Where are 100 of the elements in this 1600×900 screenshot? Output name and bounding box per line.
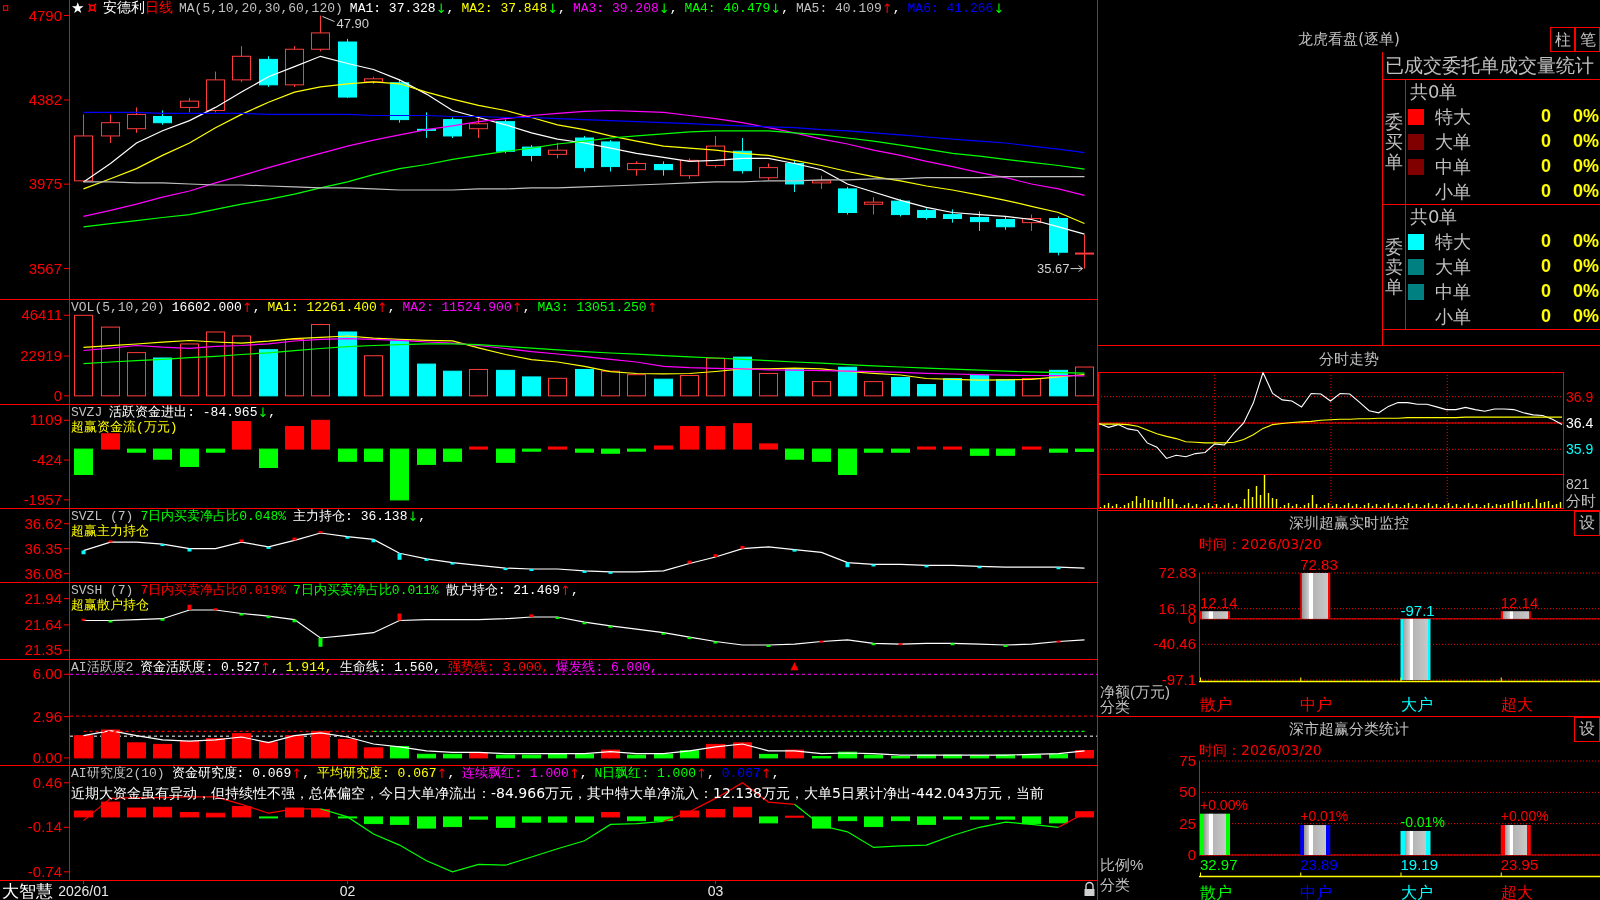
- trend-arrow: ↓: [993, 1, 1005, 16]
- indicator-readout: MA3: 13051.250: [537, 300, 647, 315]
- separator-comma: ,: [418, 509, 427, 524]
- signal-tick: [266, 546, 271, 549]
- signal-tick: [160, 618, 165, 621]
- axis-label: 35.9: [1566, 441, 1594, 458]
- bar-value-label: 12.14: [1500, 594, 1539, 612]
- research-bar: [891, 816, 910, 822]
- candle: [548, 142, 567, 159]
- volume-bar: [153, 357, 172, 397]
- fund-flow-bar: [733, 423, 752, 450]
- order-count: 0: [1541, 106, 1551, 127]
- activity-bar: [153, 743, 172, 759]
- order-type-label: 特大: [1435, 229, 1471, 254]
- volume-bar: [101, 326, 120, 397]
- signal-tick: [766, 645, 771, 647]
- volume-bar: [812, 381, 831, 397]
- volume-bar: [785, 368, 804, 397]
- signal-tick: [582, 622, 587, 625]
- axis-label: 46411: [21, 306, 62, 324]
- activity-bar: [311, 730, 330, 759]
- volume-bar: [127, 352, 146, 397]
- settings-button[interactable]: 设: [1574, 717, 1600, 742]
- signal-tick: [160, 544, 165, 547]
- volume-bar: [496, 369, 515, 397]
- order-count: 0: [1541, 131, 1551, 152]
- activity-bar: [469, 752, 488, 759]
- signal-tick: [397, 613, 402, 621]
- fund-flow-bar: [891, 448, 910, 453]
- candle: [627, 160, 646, 177]
- activity-bar: [1049, 753, 1068, 759]
- research-bar: [496, 816, 515, 828]
- axis-label: 36.35: [24, 539, 62, 557]
- volume-bar: [838, 366, 857, 397]
- candle: [469, 117, 488, 139]
- separator-comma: ,: [446, 1, 455, 16]
- volume-bar: [917, 384, 936, 397]
- order-type-label: 小单: [1435, 179, 1471, 204]
- indicator-note: 超赢资金流(万元): [71, 420, 178, 435]
- fund-flow-bar: [417, 448, 436, 465]
- candle: [1075, 234, 1094, 270]
- research-bar: [338, 816, 357, 819]
- fund-flow-bar: [917, 446, 936, 450]
- signal-tick: [292, 619, 297, 623]
- signal-tick: [977, 566, 982, 569]
- research-bar: [232, 806, 251, 818]
- volume-bar: [1022, 378, 1041, 397]
- time-label: 时间：2026/03/20: [1199, 741, 1322, 758]
- volume-bar: [206, 331, 225, 397]
- activity-bar: [496, 754, 515, 759]
- order-percent: 0%: [1573, 106, 1600, 127]
- candle: [232, 45, 251, 83]
- indicator-note: 超赢散户持仓: [71, 598, 149, 613]
- candle: [601, 139, 620, 173]
- time-label: 时间：2026/03/20: [1199, 536, 1322, 552]
- signal-tick: [661, 632, 666, 635]
- category-bar: [1200, 611, 1230, 619]
- price-annotation: 47.90: [322, 15, 370, 31]
- signal-tick: [924, 565, 929, 568]
- trend-arrow: ↑: [376, 300, 388, 315]
- axis-label: 0: [1187, 846, 1196, 863]
- separator-comma: ,: [522, 300, 531, 315]
- date-label: 2026/01: [58, 883, 109, 899]
- order-count: 0: [1541, 231, 1551, 252]
- candle: [311, 15, 330, 52]
- activity-bar: [180, 740, 199, 759]
- indicator-readout: MA5: 40.109: [796, 1, 882, 16]
- trend-arrow: ↑: [560, 583, 571, 598]
- view-toggle-button[interactable]: 柱: [1550, 27, 1575, 52]
- order-percent: 0%: [1573, 231, 1600, 252]
- candle: [996, 215, 1015, 231]
- indicator-readout: MA6: 41.266: [907, 1, 994, 16]
- indicator-title: SVSH (7): [71, 583, 134, 598]
- candle: [180, 97, 199, 113]
- signal-tick: [950, 643, 955, 646]
- stock-mark: ★: [71, 1, 85, 16]
- volume-bar: [469, 368, 488, 397]
- candle: [1022, 214, 1041, 232]
- volume-bar: [338, 331, 357, 397]
- signal-tick: [81, 550, 86, 555]
- research-bar: [443, 816, 462, 828]
- signal-tick: [687, 560, 692, 564]
- category-label: 散户: [1200, 884, 1232, 900]
- candle: [364, 76, 383, 85]
- candle: [970, 210, 989, 232]
- corner-mark: ¤: [2, 0, 10, 15]
- volume-bar: [548, 377, 567, 397]
- indicator-title: SVZL (7): [71, 509, 134, 524]
- signal-tick: [187, 604, 192, 610]
- fund-flow-bar: [706, 426, 725, 450]
- category-bar: [1400, 618, 1431, 680]
- activity-bar: [1022, 754, 1041, 759]
- fund-flow-bar: [838, 448, 857, 475]
- settings-button[interactable]: 设: [1574, 511, 1600, 536]
- candle: [891, 198, 910, 217]
- candle: [338, 38, 357, 99]
- activity-bar: [943, 754, 962, 759]
- axis-label: 21.94: [24, 589, 62, 607]
- signal-tick: [239, 539, 244, 543]
- view-toggle-button[interactable]: 笔: [1575, 27, 1600, 52]
